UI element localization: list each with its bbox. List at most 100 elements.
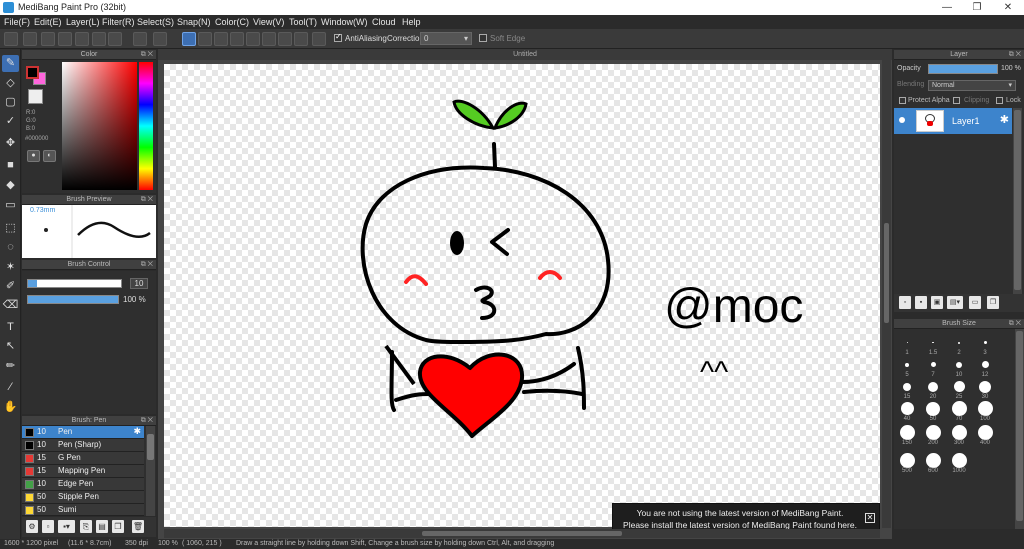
shape-tool-icon[interactable]: ■: [2, 157, 19, 174]
eyedropper-tool-icon[interactable]: ⁄: [2, 379, 19, 396]
snap-grid-icon[interactable]: [214, 32, 228, 46]
brush-size-option[interactable]: 1000: [947, 453, 971, 474]
brush-size-option[interactable]: 150: [895, 425, 919, 446]
scrollbar-thumb[interactable]: [147, 434, 154, 460]
divide-tool-icon[interactable]: ✏: [2, 358, 19, 375]
share-icon[interactable]: [23, 32, 37, 46]
canvas-tab[interactable]: Untitled: [158, 49, 892, 60]
text-tool-icon[interactable]: T: [2, 319, 19, 336]
panel-close-icon[interactable]: ⧉ ✕: [1009, 319, 1021, 329]
menu-cloud[interactable]: Cloud: [372, 17, 396, 27]
hand-tool-icon[interactable]: ✋: [2, 399, 19, 416]
select-pen-icon[interactable]: ✐: [2, 278, 19, 295]
layer-opacity-slider[interactable]: [928, 64, 998, 74]
brush-size-option[interactable]: 10: [947, 357, 971, 378]
scrollbar-thumb[interactable]: [1016, 331, 1023, 521]
layer-row[interactable]: Layer1 ✱: [894, 108, 1012, 134]
brush-size-option[interactable]: 600: [921, 453, 945, 474]
brush-size-option[interactable]: 300: [947, 425, 971, 446]
brush-size-option[interactable]: 50: [921, 401, 945, 422]
brush-size-option[interactable]: 200: [921, 425, 945, 446]
lock-checkbox[interactable]: [996, 97, 1003, 104]
menu-edit[interactable]: Edit(E): [34, 17, 62, 27]
brush-size-option[interactable]: 1: [895, 335, 919, 356]
eye-icon[interactable]: [899, 117, 905, 123]
brush-size-option[interactable]: 3: [973, 335, 997, 356]
brush-size-option[interactable]: 20: [921, 379, 945, 400]
brush-item[interactable]: 10 Pen (Sharp): [22, 439, 144, 452]
snap-parallel-icon[interactable]: [198, 32, 212, 46]
snap-settings-icon[interactable]: [312, 32, 326, 46]
brush-item[interactable]: 50 Stipple Pen: [22, 491, 144, 504]
select-pen-tool-icon[interactable]: ✓: [2, 113, 19, 130]
snap-curve-icon[interactable]: [278, 32, 292, 46]
brush-size-scrollbar[interactable]: [1015, 329, 1024, 529]
brush-size-option[interactable]: 7: [921, 357, 945, 378]
brush-size-option[interactable]: 2: [947, 335, 971, 356]
scrollbar-thumb[interactable]: [422, 531, 622, 536]
brush-size-slider[interactable]: [27, 279, 122, 288]
brush-item[interactable]: 10 Pen ✱: [22, 426, 144, 439]
hue-slider[interactable]: [139, 62, 153, 190]
move-tool-icon[interactable]: ✥: [2, 135, 19, 152]
brush-size-option[interactable]: 15: [895, 379, 919, 400]
menu-filter[interactable]: Filter(R): [102, 17, 135, 27]
gear-icon[interactable]: ✱: [133, 426, 141, 437]
new-halftone-layer-icon[interactable]: ▪: [915, 296, 927, 309]
menu-snap[interactable]: Snap(N): [177, 17, 211, 27]
color-palette-icon[interactable]: ●: [27, 150, 40, 162]
foreground-color-swatch[interactable]: [26, 66, 39, 79]
new-8bit-layer-icon[interactable]: ▣: [931, 296, 943, 309]
transform-icon[interactable]: [108, 32, 122, 46]
layer-folder-icon[interactable]: ▭: [969, 296, 981, 309]
brush-size-option[interactable]: 400: [973, 425, 997, 446]
redo-icon[interactable]: [153, 32, 167, 46]
gear-icon[interactable]: ✱: [1000, 113, 1009, 126]
brush-size-option[interactable]: 1.5: [921, 335, 945, 356]
brush-size-option[interactable]: 100: [973, 401, 997, 422]
fill-tool-icon[interactable]: ◆: [2, 177, 19, 194]
snap-circle-icon[interactable]: [262, 32, 276, 46]
brush-list-scrollbar[interactable]: [146, 426, 155, 516]
minimize-button[interactable]: —: [932, 0, 962, 15]
operation-tool-icon[interactable]: ↖: [2, 338, 19, 355]
color-wheel-icon[interactable]: ◐: [43, 150, 56, 162]
dot-tool-icon[interactable]: ▢: [2, 94, 19, 111]
duplicate-icon[interactable]: ❐: [112, 520, 124, 533]
menu-window[interactable]: Window(W): [321, 17, 368, 27]
eraser-tool-icon[interactable]: ◇: [2, 75, 19, 92]
add-layer-menu-icon[interactable]: ▤▾: [947, 296, 963, 309]
brush-size-option[interactable]: 5: [895, 357, 919, 378]
panel-close-icon[interactable]: ⧉ ✕: [141, 195, 153, 205]
new-brush-icon[interactable]: ▫: [42, 520, 54, 533]
undo-icon[interactable]: [133, 32, 147, 46]
scrollbar-thumb[interactable]: [884, 223, 889, 323]
close-icon[interactable]: ✕: [865, 513, 875, 523]
menu-file[interactable]: File(F): [4, 17, 30, 27]
brush-item[interactable]: 15 Mapping Pen: [22, 465, 144, 478]
panel-close-icon[interactable]: ⧉ ✕: [141, 416, 153, 426]
delete-icon[interactable]: 🗑: [132, 520, 144, 533]
saturation-value-picker[interactable]: [62, 62, 137, 190]
protect-alpha-checkbox[interactable]: [899, 97, 906, 104]
brush-size-option[interactable]: 25: [947, 379, 971, 400]
add-brush-icon[interactable]: ▪▾: [58, 520, 75, 533]
brush-size-option[interactable]: 12: [973, 357, 997, 378]
maximize-button[interactable]: ❐: [962, 0, 992, 15]
brush-size-option[interactable]: 30: [973, 379, 997, 400]
antialiasing-checkbox[interactable]: [334, 32, 342, 42]
select-rect-tool-icon[interactable]: ⬚: [2, 220, 19, 237]
gradient-tool-icon[interactable]: ▭: [2, 197, 19, 214]
layer-scrollbar[interactable]: [1013, 108, 1022, 294]
menu-layer[interactable]: Layer(L): [66, 17, 100, 27]
menu-color[interactable]: Color(C): [215, 17, 249, 27]
brush-item[interactable]: 50 Sumi: [22, 504, 144, 516]
menu-select[interactable]: Select(S): [137, 17, 174, 27]
page-icon[interactable]: [58, 32, 72, 46]
grid-icon[interactable]: [92, 32, 106, 46]
canvas[interactable]: @moc ^^ You are not using the latest ver…: [164, 64, 880, 534]
brush-settings-icon[interactable]: ⚙: [26, 520, 38, 533]
new-layer-icon[interactable]: ▫: [899, 296, 911, 309]
panel-close-icon[interactable]: ⧉ ✕: [141, 50, 153, 60]
brush-item[interactable]: 15 G Pen: [22, 452, 144, 465]
